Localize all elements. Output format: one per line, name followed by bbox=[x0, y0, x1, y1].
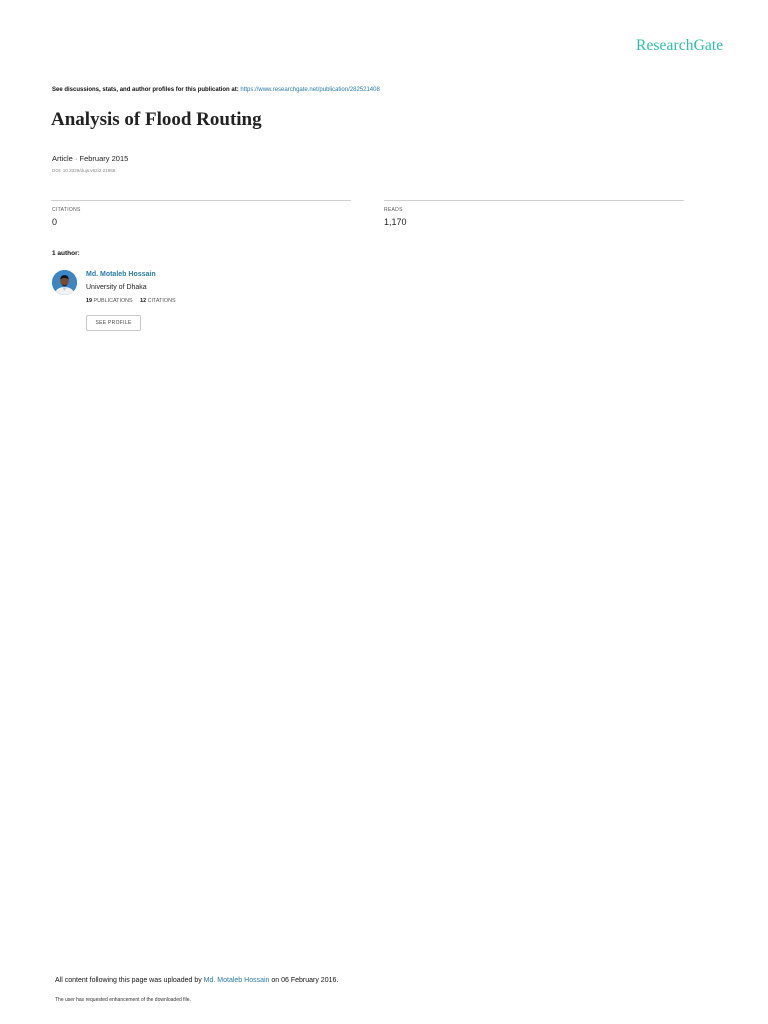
see-profile-button[interactable]: SEE PROFILE bbox=[86, 315, 141, 331]
footer-upload-suffix: on 06 February 2016. bbox=[271, 977, 339, 984]
reads-label: READS bbox=[384, 207, 403, 213]
author-publications-count: 19 bbox=[86, 298, 92, 304]
footer-uploader-link[interactable]: Md. Motaleb Hossain bbox=[204, 977, 270, 984]
divider-citations bbox=[51, 200, 351, 201]
researchgate-logo[interactable]: ResearchGate bbox=[636, 37, 723, 55]
publication-doi: DOI: 10.3329/dujs.v62i2.21968 bbox=[52, 168, 116, 173]
person-photo-icon[interactable] bbox=[52, 270, 77, 295]
publication-title: Analysis of Flood Routing bbox=[51, 109, 262, 130]
author-citations-label: CITATIONS bbox=[147, 298, 176, 304]
citations-label: CITATIONS bbox=[52, 207, 81, 213]
author-publications-label: PUBLICATIONS bbox=[93, 298, 133, 304]
author-citations-count: 12 bbox=[140, 298, 147, 304]
reads-value: 1,170 bbox=[384, 217, 407, 227]
author-institution: University of Dhaka bbox=[86, 284, 147, 291]
divider-reads bbox=[384, 200, 684, 201]
footer-upload-line: All content following this page was uplo… bbox=[55, 977, 338, 984]
publication-meta: Article · February 2015 bbox=[52, 154, 129, 163]
footer-upload-prefix: All content following this page was uplo… bbox=[55, 977, 202, 984]
authors-heading: 1 author: bbox=[52, 250, 80, 257]
publication-url-link[interactable]: https://www.researchgate.net/publication… bbox=[240, 87, 379, 93]
author-name-link[interactable]: Md. Motaleb Hossain bbox=[86, 271, 156, 278]
footer-request-note: The user has requested enhancement of th… bbox=[55, 997, 191, 1003]
author-stats: 19 PUBLICATIONS 12 CITATIONS bbox=[86, 298, 176, 304]
discussion-prefix: See discussions, stats, and author profi… bbox=[52, 87, 239, 93]
discussion-line: See discussions, stats, and author profi… bbox=[52, 87, 380, 93]
citations-value: 0 bbox=[52, 217, 58, 227]
